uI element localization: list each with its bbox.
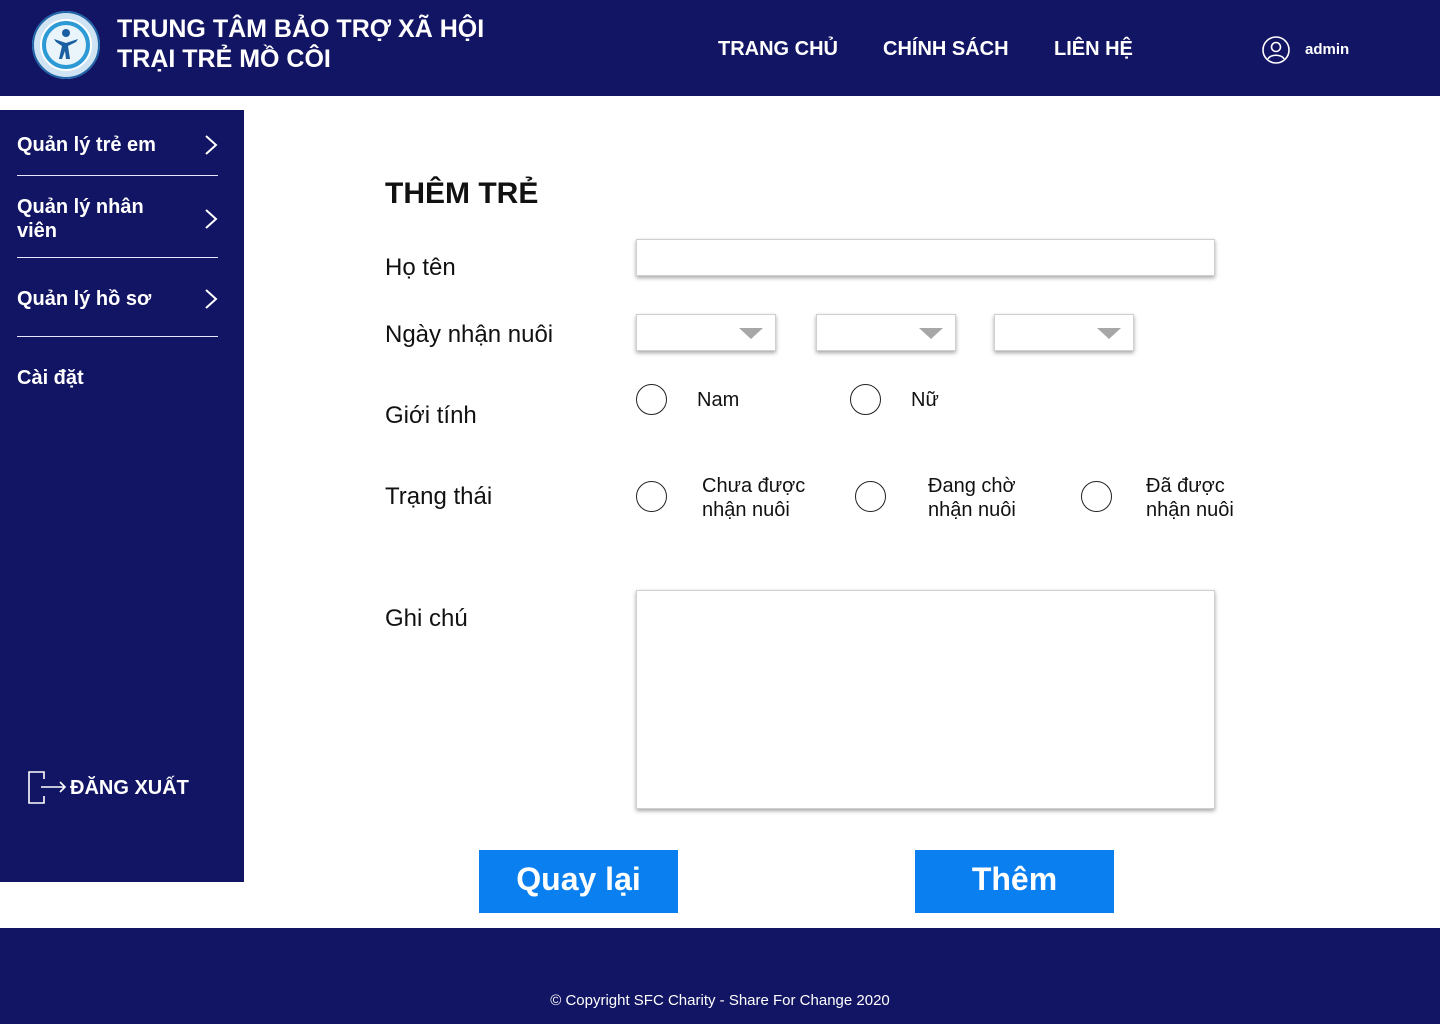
footer: © Copyright SFC Charity - Share For Chan… — [0, 928, 1440, 1024]
user-avatar-icon — [1262, 36, 1290, 64]
gender-female-radio[interactable] — [850, 384, 881, 415]
dropdown-arrow-icon — [739, 328, 763, 339]
date-day-select[interactable] — [636, 314, 776, 351]
status-not-adopted-label: Chưa được nhận nuôi — [702, 474, 805, 522]
sidebar-item-staff[interactable]: Quản lý nhân viên — [17, 195, 218, 243]
sidebar-item-children[interactable]: Quản lý trẻ em — [17, 133, 218, 157]
notes-textarea[interactable] — [636, 590, 1215, 809]
nav-policy-link[interactable]: CHÍNH SÁCH — [883, 36, 1009, 62]
status-option-line: Đang chờ — [928, 475, 1016, 497]
sidebar-item-label: Quản lý hồ sơ — [17, 288, 152, 310]
page-title: THÊM TRẺ — [385, 177, 539, 210]
sidebar-divider — [17, 175, 218, 176]
add-button[interactable]: Thêm — [915, 850, 1114, 913]
sidebar-divider — [17, 336, 218, 337]
gender-male-label: Nam — [697, 389, 740, 411]
gender-male-radio[interactable] — [636, 384, 667, 415]
chevron-right-icon — [205, 135, 218, 155]
sidebar: Quản lý trẻ em Quản lý nhân viên Quản lý… — [0, 110, 244, 882]
dropdown-arrow-icon — [1097, 328, 1121, 339]
name-label: Họ tên — [385, 254, 456, 281]
status-option-line: Chưa được — [702, 475, 806, 497]
organization-name-line1: TRUNG TÂM BẢO TRỢ XÃ HỘI — [117, 15, 485, 43]
status-pending-radio[interactable] — [855, 481, 886, 512]
top-header: TRUNG TÂM BẢO TRỢ XÃ HỘI TRẠI TRẺ MỒ CÔI… — [0, 0, 1440, 96]
sidebar-divider — [17, 257, 218, 258]
chevron-right-icon — [205, 209, 218, 229]
logout-button[interactable]: ĐĂNG XUẤT — [26, 769, 226, 807]
notes-label: Ghi chú — [385, 605, 468, 632]
date-year-select[interactable] — [994, 314, 1134, 351]
status-pending-label: Đang chờ nhận nuôi — [928, 474, 1016, 522]
status-option-line: Đã được — [1146, 475, 1225, 497]
sidebar-item-label: Quản lý nhân viên — [17, 196, 144, 242]
chevron-right-icon — [205, 289, 218, 309]
organization-logo — [32, 11, 100, 79]
copyright-text: © Copyright SFC Charity - Share For Chan… — [550, 992, 890, 1009]
date-month-select[interactable] — [816, 314, 956, 351]
sidebar-item-settings[interactable]: Cài đặt — [17, 366, 218, 390]
adoption-date-label: Ngày nhận nuôi — [385, 321, 554, 348]
username-label: admin — [1305, 41, 1350, 58]
status-option-line: nhận nuôi — [1146, 499, 1234, 521]
status-not-adopted-radio[interactable] — [636, 481, 667, 512]
status-adopted-radio[interactable] — [1081, 481, 1112, 512]
organization-name-line2: TRẠI TRẺ MỒ CÔI — [117, 45, 331, 73]
sidebar-item-label: Quản lý trẻ em — [17, 134, 156, 156]
sidebar-item-label: Cài đặt — [17, 367, 84, 389]
logout-icon — [28, 771, 67, 804]
nav-home-link[interactable]: TRANG CHỦ — [718, 36, 838, 62]
name-input[interactable] — [636, 239, 1215, 276]
gender-label: Giới tính — [385, 402, 477, 429]
status-option-line: nhận nuôi — [928, 499, 1016, 521]
status-label: Trạng thái — [385, 483, 493, 510]
status-adopted-label: Đã được nhận nuôi — [1146, 474, 1234, 522]
nav-contact-link[interactable]: LIÊN HỆ — [1054, 36, 1133, 62]
gender-female-label: Nữ — [911, 389, 939, 411]
dropdown-arrow-icon — [919, 328, 943, 339]
logout-label: ĐĂNG XUẤT — [70, 777, 189, 799]
back-button[interactable]: Quay lại — [479, 850, 678, 913]
status-option-line: nhận nuôi — [702, 499, 790, 521]
sidebar-item-records[interactable]: Quản lý hồ sơ — [17, 287, 218, 311]
